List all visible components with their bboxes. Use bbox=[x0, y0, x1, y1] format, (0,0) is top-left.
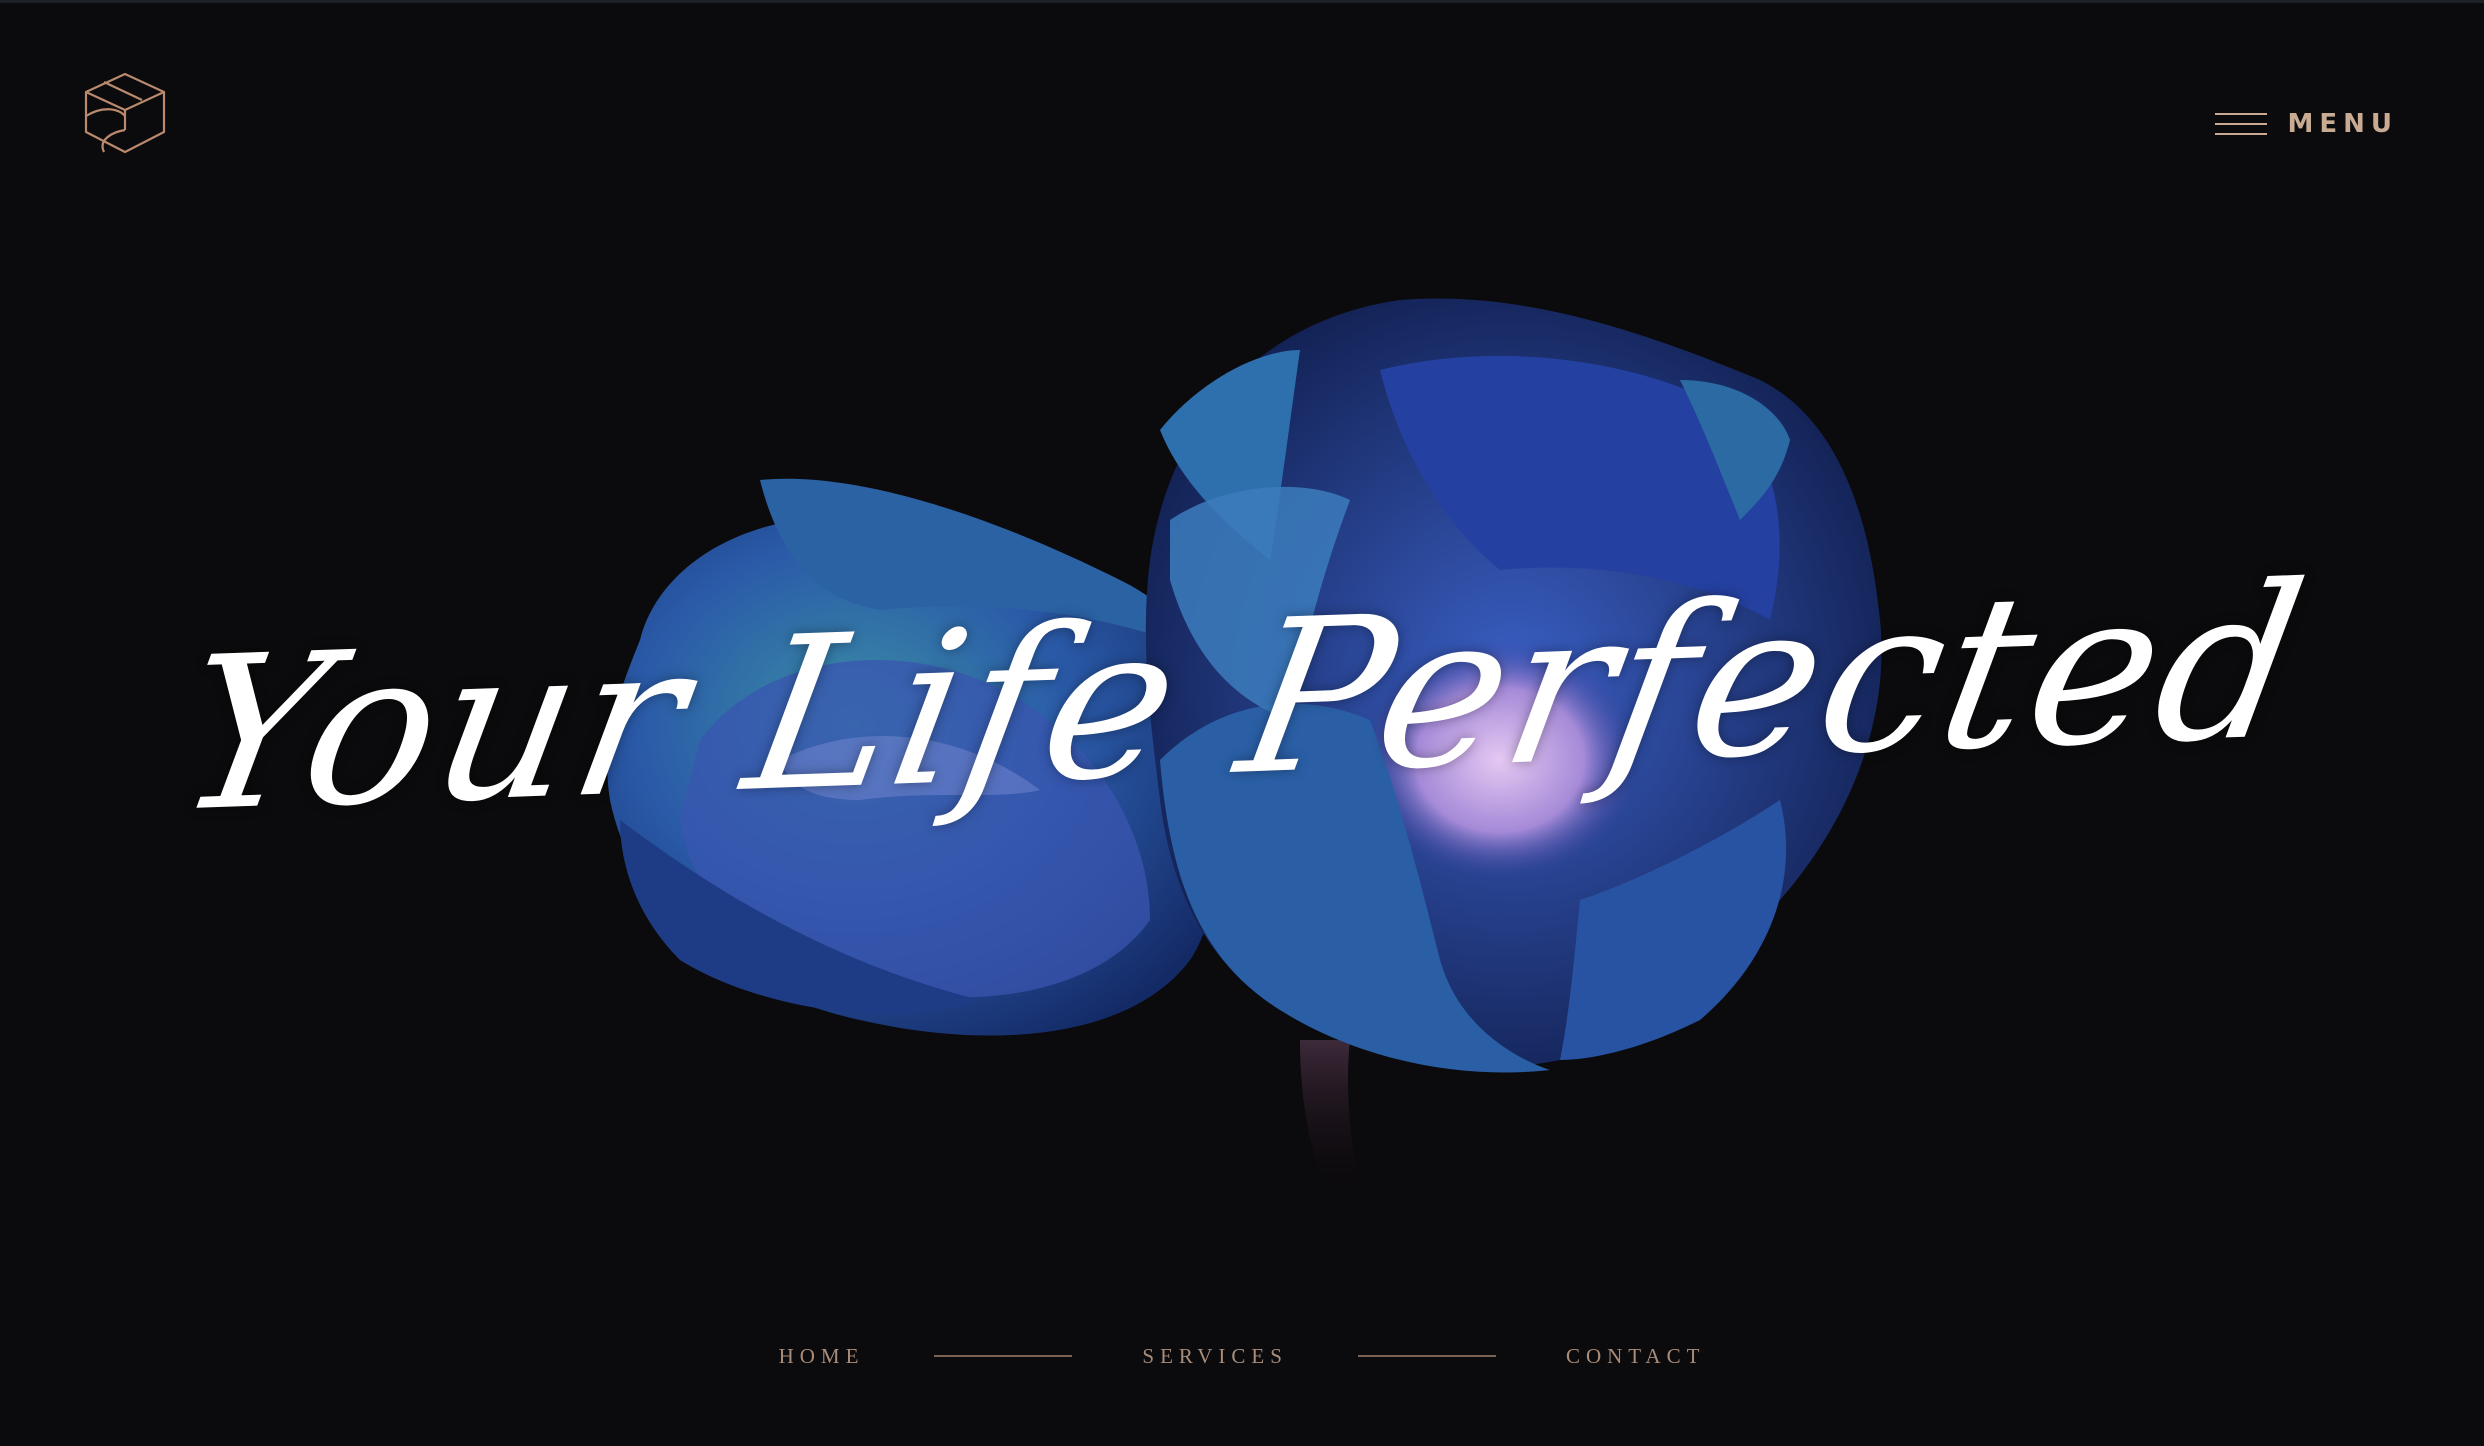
cube-logo-icon[interactable] bbox=[82, 70, 168, 156]
nav-link-services[interactable]: SERVICES bbox=[1142, 1344, 1288, 1369]
nav-link-home[interactable]: HOME bbox=[779, 1344, 865, 1369]
bottom-navigation: HOME SERVICES CONTACT bbox=[0, 1336, 2484, 1376]
menu-label: MENU bbox=[2287, 109, 2398, 139]
hamburger-menu-icon bbox=[2215, 113, 2268, 135]
nav-divider bbox=[1357, 1355, 1496, 1357]
nav-link-contact[interactable]: CONTACT bbox=[1566, 1344, 1705, 1369]
menu-button[interactable]: MENU bbox=[2215, 104, 2398, 144]
nav-divider bbox=[934, 1355, 1073, 1357]
